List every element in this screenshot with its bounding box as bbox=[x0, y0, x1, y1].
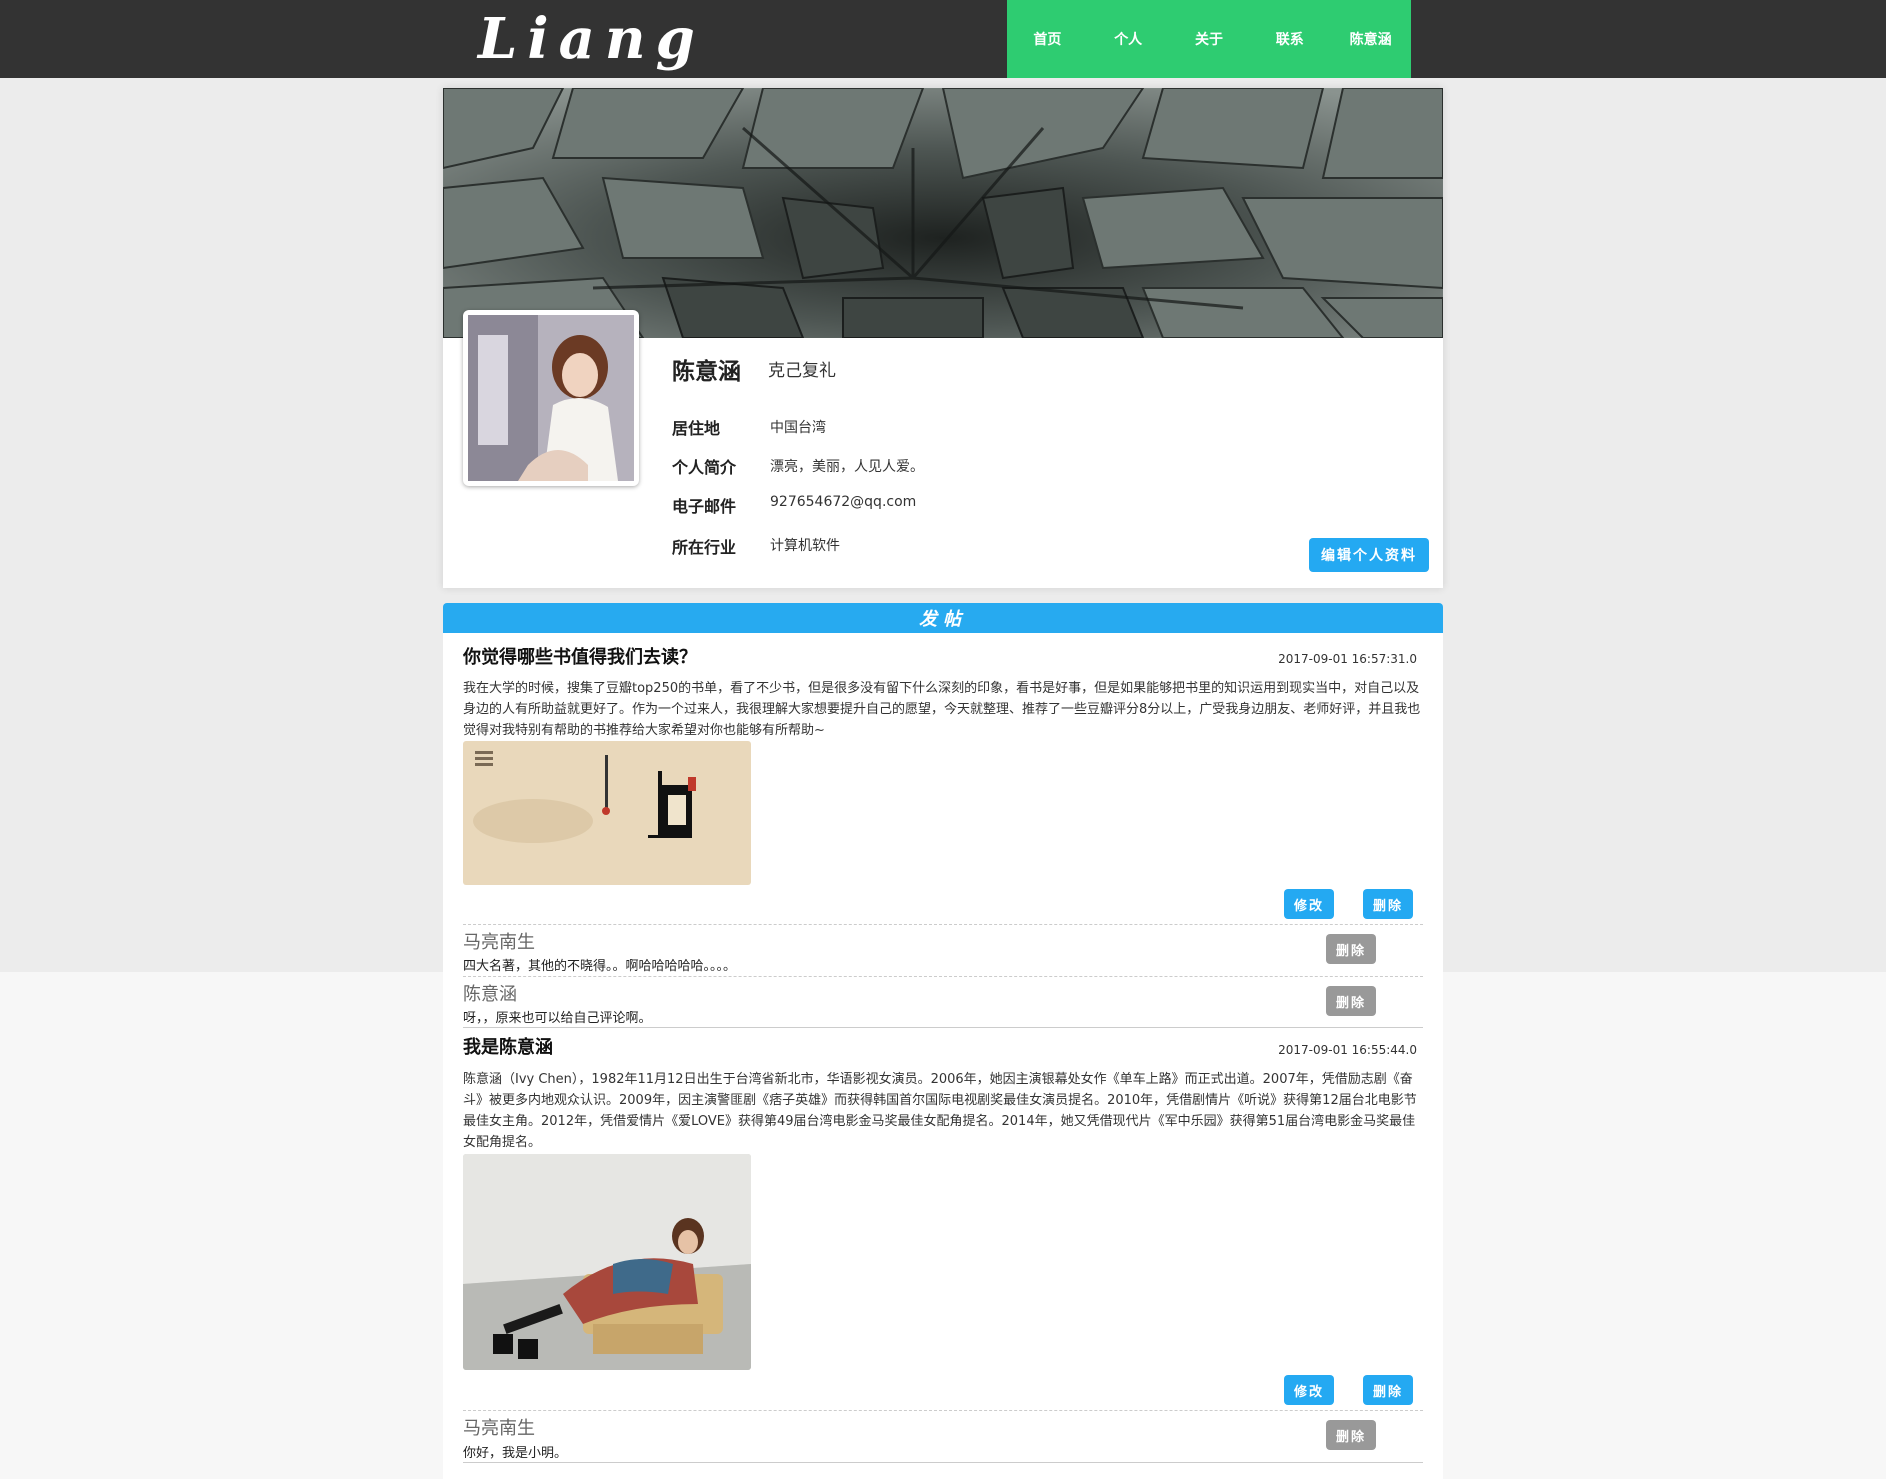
profile-motto: 克己复礼 bbox=[768, 361, 836, 381]
post-body: 我在大学的时候，搜集了豆瓣top250的书单，看了不少书，但是很多没有留下什么深… bbox=[463, 681, 1421, 738]
logo-text: Liang bbox=[476, 6, 705, 72]
posts-list: 你觉得哪些书值得我们去读？ 2017-09-01 16:57:31.0 我在大学… bbox=[443, 633, 1443, 1479]
post-separator bbox=[463, 1027, 1423, 1028]
profile-card: 陈意涵 克己复礼 居住地 中国台湾 个人简介 漂亮，美丽，人见人爱。 电子邮件 … bbox=[443, 88, 1443, 588]
top-bar: Liang 首页 个人 关于 联系 陈意涵 bbox=[0, 0, 1886, 78]
new-post-button[interactable]: 发帖 bbox=[443, 603, 1443, 633]
label-bio: 个人简介 bbox=[672, 458, 737, 477]
value-residence: 中国台湾 bbox=[770, 420, 826, 436]
post-separator bbox=[463, 1462, 1423, 1463]
post-date: 2017-09-01 16:57:31.0 bbox=[1278, 652, 1417, 666]
post-image bbox=[463, 1154, 751, 1370]
label-industry: 所在行业 bbox=[672, 538, 737, 557]
comment-author: 马亮南生 bbox=[463, 932, 535, 953]
delete-comment-button[interactable]: 删除 bbox=[1326, 934, 1376, 964]
value-bio: 漂亮，美丽，人见人爱。 bbox=[770, 459, 924, 475]
nav-item-about[interactable]: 关于 bbox=[1169, 0, 1250, 78]
profile-banner-image bbox=[443, 88, 1443, 338]
edit-post-button[interactable]: 修改 bbox=[1284, 1375, 1334, 1405]
comment-author: 马亮南生 bbox=[463, 1418, 535, 1439]
avatar[interactable] bbox=[468, 315, 634, 481]
comment-author: 陈意涵 bbox=[463, 984, 517, 1005]
label-email: 电子邮件 bbox=[672, 497, 737, 516]
main-nav: 首页 个人 关于 联系 陈意涵 bbox=[1007, 0, 1411, 78]
nav-item-personal[interactable]: 个人 bbox=[1088, 0, 1169, 78]
avatar-frame bbox=[463, 310, 639, 486]
comment-text: 四大名著，其他的不晓得。。啊哈哈哈哈哈。。。。 bbox=[463, 959, 737, 974]
profile-name: 陈意涵 bbox=[672, 359, 741, 385]
comment-text: 呀，，原来也可以给自己评论啊。 bbox=[463, 1011, 652, 1026]
label-residence: 居住地 bbox=[672, 419, 721, 438]
nav-item-contact[interactable]: 联系 bbox=[1249, 0, 1330, 78]
post-body: 陈意涵（Ivy Chen），1982年11月12日出生于台湾省新北市，华语影视女… bbox=[463, 1072, 1417, 1150]
logo[interactable]: Liang bbox=[470, 2, 740, 74]
delete-post-button[interactable]: 删除 bbox=[1363, 1375, 1413, 1405]
delete-comment-button[interactable]: 删除 bbox=[1326, 986, 1376, 1016]
post-title[interactable]: 你觉得哪些书值得我们去读？ bbox=[463, 643, 697, 669]
edit-profile-button[interactable]: 编辑个人资料 bbox=[1309, 538, 1429, 572]
comment-text: 你好，我是小明。 bbox=[463, 1446, 568, 1461]
divider bbox=[463, 924, 1423, 925]
post-date: 2017-09-01 16:55:44.0 bbox=[1278, 1043, 1417, 1057]
value-industry: 计算机软件 bbox=[770, 538, 840, 554]
divider bbox=[463, 976, 1423, 977]
divider bbox=[463, 1410, 1423, 1411]
delete-comment-button[interactable]: 删除 bbox=[1326, 1420, 1376, 1450]
post-title[interactable]: 我是陈意涵 bbox=[463, 1033, 553, 1059]
nav-item-home[interactable]: 首页 bbox=[1007, 0, 1088, 78]
nav-item-user[interactable]: 陈意涵 bbox=[1330, 0, 1411, 78]
post-image bbox=[463, 741, 751, 885]
value-email: 927654672@qq.com bbox=[770, 494, 917, 510]
delete-post-button[interactable]: 删除 bbox=[1363, 889, 1413, 919]
edit-post-button[interactable]: 修改 bbox=[1284, 889, 1334, 919]
